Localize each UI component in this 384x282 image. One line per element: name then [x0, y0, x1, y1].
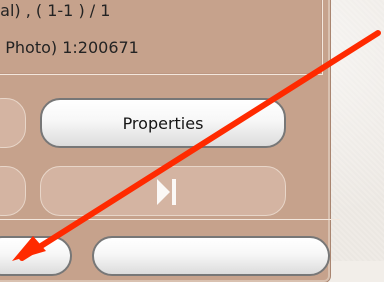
bottom-left-button[interactable] — [0, 236, 72, 276]
list-item[interactable]: nal) , ( 1-1 ) / 1 — [0, 1, 110, 20]
divider — [0, 219, 340, 220]
bottom-right-button[interactable] — [92, 236, 330, 276]
list-item[interactable]: p Photo) 1:200671 — [0, 38, 139, 57]
properties-button[interactable]: Properties — [40, 98, 286, 148]
properties-button-label: Properties — [122, 113, 204, 133]
results-list[interactable]: nal) , ( 1-1 ) / 1 p Photo) 1:200671 — [0, 0, 323, 75]
skip-to-end-icon — [157, 179, 176, 205]
